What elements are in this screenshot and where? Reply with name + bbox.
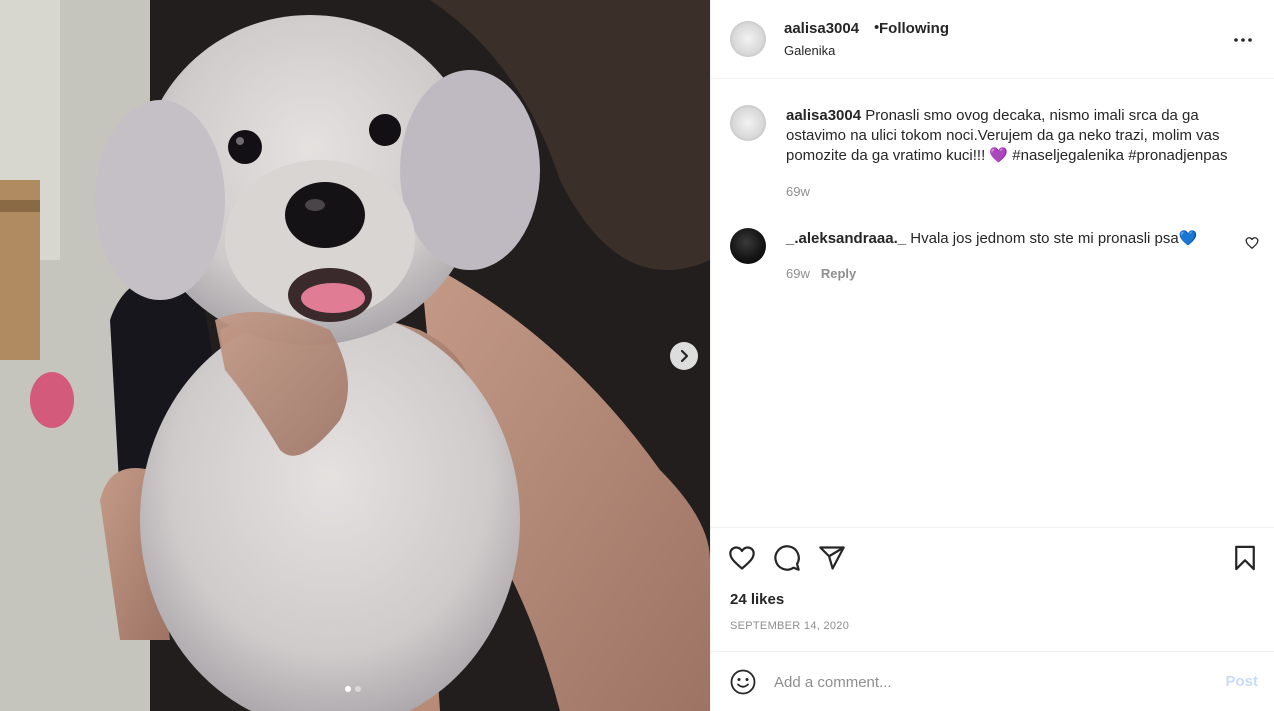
caption-text-block: aalisa3004 Pronasli smo ovog decaka, nis… (786, 106, 1262, 166)
caption-username[interactable]: aalisa3004 (786, 107, 861, 124)
post-location[interactable]: Galenika (784, 43, 835, 58)
post-comment-button[interactable]: Post (1225, 673, 1258, 690)
next-photo-button[interactable] (670, 342, 698, 370)
carousel-indicator (345, 686, 361, 692)
comment-bubble-icon[interactable] (773, 544, 801, 572)
carousel-dot-active (345, 686, 351, 692)
heart-icon[interactable] (728, 544, 756, 572)
author-avatar[interactable] (730, 21, 766, 57)
instagram-post: aalisa3004 • Following Galenika aalisa30… (0, 0, 1274, 711)
carousel-dot (355, 686, 361, 692)
follow-status-button[interactable]: Following (879, 20, 949, 37)
reply-button[interactable]: Reply (821, 266, 856, 281)
post-photo (0, 0, 710, 711)
comment-text: Hvala jos jednom sto ste mi pronasli psa… (910, 230, 1198, 247)
more-options-icon[interactable] (1233, 30, 1253, 50)
caption-author-avatar[interactable] (730, 105, 766, 141)
commenter-username[interactable]: _.aleksandraaa._ (786, 230, 906, 247)
add-comment-bar: Post (711, 651, 1274, 711)
post-sidebar: aalisa3004 • Following Galenika aalisa30… (710, 0, 1274, 711)
likes-count[interactable]: 24 likes (730, 591, 784, 608)
author-username[interactable]: aalisa3004 (784, 20, 859, 37)
comment-timestamp[interactable]: 69w (786, 266, 810, 281)
comment-meta: 69w Reply (786, 266, 856, 281)
paper-plane-icon[interactable] (818, 544, 846, 572)
post-media[interactable] (0, 0, 710, 711)
comment-heart-icon[interactable] (1245, 236, 1259, 250)
comment-text-block: _.aleksandraaa._ Hvala jos jednom sto st… (786, 229, 1197, 249)
post-header: aalisa3004 • Following Galenika (711, 0, 1274, 79)
action-bar: 24 likes SEPTEMBER 14, 2020 (711, 527, 1274, 651)
chevron-right-icon (680, 349, 689, 363)
bookmark-icon[interactable] (1231, 544, 1259, 572)
caption-timestamp[interactable]: 69w (786, 184, 810, 199)
post-date[interactable]: SEPTEMBER 14, 2020 (730, 620, 849, 632)
commenter-avatar[interactable] (730, 228, 766, 264)
smiley-icon[interactable] (730, 669, 756, 695)
comment-input[interactable] (774, 670, 1204, 694)
